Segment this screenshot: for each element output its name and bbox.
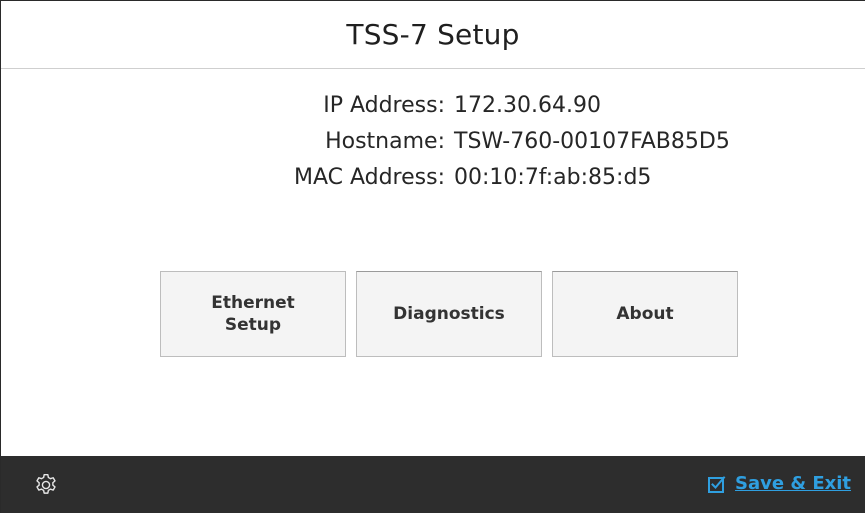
page-title: TSS-7 Setup	[346, 18, 520, 51]
setup-button-group: Ethernet Setup Diagnostics About	[160, 271, 738, 357]
ethernet-setup-label-line1: Ethernet	[211, 293, 295, 313]
about-button[interactable]: About	[552, 271, 738, 357]
checkbox-checked-icon	[707, 474, 727, 494]
hostname-label: Hostname:	[325, 129, 445, 154]
ethernet-setup-label-line2: Setup	[224, 315, 282, 335]
mac-address-label: MAC Address:	[293, 165, 445, 190]
header-bar: TSS-7 Setup	[1, 1, 865, 69]
ip-address-value: 172.30.64.90	[454, 93, 601, 118]
about-label: About	[616, 304, 674, 324]
info-row-hostname: Hostname: TSW-760-00107FAB85D5	[1, 129, 865, 165]
footer-bar: Save & Exit	[1, 456, 865, 513]
save-exit-label: Save & Exit	[735, 473, 851, 494]
ethernet-setup-label: Ethernet Setup	[211, 292, 295, 336]
diagnostics-button[interactable]: Diagnostics	[356, 271, 542, 357]
ethernet-setup-button[interactable]: Ethernet Setup	[160, 271, 346, 357]
hostname-value: TSW-760-00107FAB85D5	[454, 129, 730, 154]
device-info: IP Address: 172.30.64.90 Hostname: TSW-7…	[1, 93, 865, 201]
diagnostics-label: Diagnostics	[393, 304, 505, 324]
info-row-mac-address: MAC Address: 00:10:7f:ab:85:d5	[1, 165, 865, 201]
mac-address-value: 00:10:7f:ab:85:d5	[454, 165, 652, 190]
ip-address-label: IP Address:	[323, 93, 445, 118]
gear-icon[interactable]	[33, 472, 59, 498]
save-exit-button[interactable]: Save & Exit	[707, 473, 851, 494]
setup-screen: TSS-7 Setup IP Address: 172.30.64.90 Hos…	[0, 0, 865, 513]
info-row-ip-address: IP Address: 172.30.64.90	[1, 93, 865, 129]
